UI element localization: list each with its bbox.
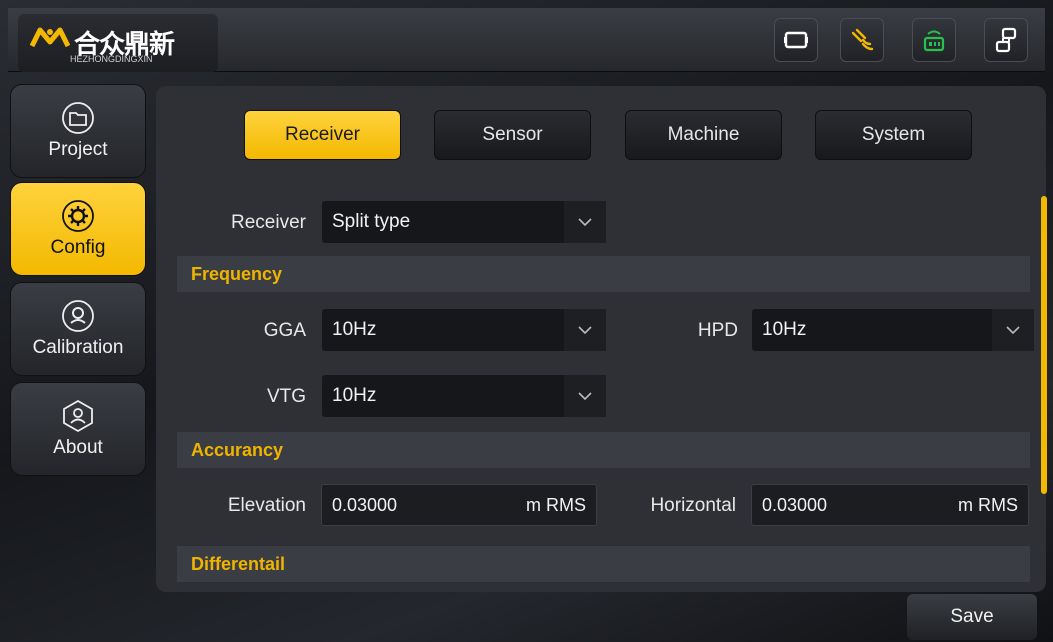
elevation-label: Elevation (227, 495, 306, 516)
gga-select[interactable]: 10Hz (322, 309, 606, 351)
folder-icon (62, 102, 94, 134)
sidebar-item-label: Calibration (32, 337, 124, 358)
hpd-label: HPD (697, 320, 738, 341)
receiver-label: Receiver (231, 212, 306, 233)
section-accuracy: Accurancy (177, 432, 1030, 468)
chevron-down-icon (564, 375, 606, 417)
brand-logo: 合众鼎新 HEZHONGDINGXIN (18, 14, 218, 72)
save-button[interactable]: Save (907, 594, 1037, 640)
network-icon[interactable] (984, 18, 1028, 62)
chevron-down-icon (992, 309, 1034, 351)
hpd-value: 10Hz (762, 319, 807, 340)
info-icon (63, 399, 93, 433)
brand-name-en: HEZHONGDINGXIN (70, 54, 153, 64)
sidebar-item-label: Project (48, 139, 108, 160)
tab-receiver[interactable]: Receiver (244, 110, 401, 160)
calibration-icon (62, 300, 94, 332)
tab-system[interactable]: System (815, 110, 972, 160)
gga-label: GGA (263, 320, 306, 341)
sidebar-item-project[interactable]: Project (10, 84, 146, 178)
tab-machine[interactable]: Machine (625, 110, 782, 160)
section-frequency: Frequency (177, 256, 1030, 292)
radio-icon[interactable] (912, 18, 956, 62)
screen-frame-icon[interactable] (774, 18, 818, 62)
receiver-value: Split type (332, 211, 411, 232)
sidebar-item-label: Config (50, 237, 106, 258)
elevation-unit: m RMS (526, 494, 586, 515)
gear-icon (62, 200, 94, 232)
gga-value: 10Hz (332, 319, 377, 340)
sidebar-item-config[interactable]: Config (10, 182, 146, 276)
horizontal-label: Horizontal (650, 495, 736, 516)
sidebar-item-about[interactable]: About (10, 382, 146, 476)
section-differential: Differentail (177, 546, 1030, 582)
logo-mark-icon (30, 27, 70, 48)
vtg-value: 10Hz (332, 385, 377, 406)
satellite-icon[interactable] (840, 18, 884, 62)
horizontal-value: 0.03000 (762, 494, 828, 515)
top-bar: 合众鼎新 HEZHONGDINGXIN (8, 8, 1045, 72)
horizontal-input[interactable]: 0.03000 m RMS (751, 484, 1029, 526)
elevation-value: 0.03000 (332, 494, 398, 515)
chevron-down-icon (564, 201, 606, 243)
scrollbar[interactable] (1041, 196, 1047, 494)
hpd-select[interactable]: 10Hz (752, 309, 1034, 351)
vtg-select[interactable]: 10Hz (322, 375, 606, 417)
elevation-input[interactable]: 0.03000 m RMS (321, 484, 597, 526)
vtg-label: VTG (266, 386, 306, 407)
receiver-select[interactable]: Split type (322, 201, 606, 243)
chevron-down-icon (564, 309, 606, 351)
tab-sensor[interactable]: Sensor (434, 110, 591, 160)
sidebar-item-calibration[interactable]: Calibration (10, 282, 146, 376)
horizontal-unit: m RMS (958, 494, 1018, 515)
sidebar-item-label: About (53, 437, 103, 458)
